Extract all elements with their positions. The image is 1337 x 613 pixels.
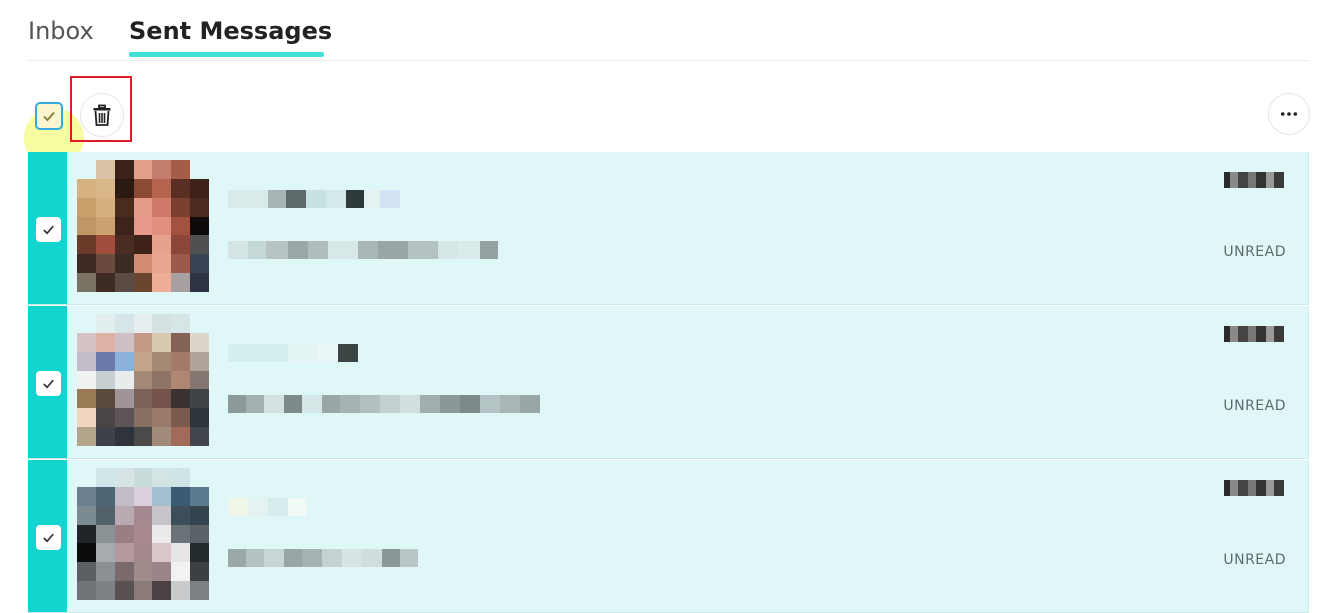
annotation-highlight-box [70,76,132,142]
subject-preview-redacted [228,395,558,417]
active-tab-indicator [129,52,324,57]
avatar [77,468,209,600]
sender-name-redacted [228,498,468,520]
select-all-checkbox[interactable] [35,102,63,130]
subject-preview-redacted [228,549,558,571]
timestamp-redacted [1224,480,1286,496]
status-badge: UNREAD [1223,552,1286,568]
check-icon [43,225,54,235]
timestamp-redacted [1224,172,1286,188]
tab-inbox[interactable]: Inbox [28,14,94,48]
message-row[interactable]: UNREAD [28,152,1309,305]
status-badge: UNREAD [1223,244,1286,260]
sender-name-redacted [228,344,468,366]
row-checkbox[interactable] [36,525,61,550]
message-list: UNREAD UNREAD UNREAD [28,152,1309,613]
avatar [77,160,209,292]
more-horizontal-icon [1280,112,1298,116]
message-row[interactable]: UNREAD [28,306,1309,459]
more-options-button[interactable] [1268,93,1310,135]
check-icon [43,533,54,543]
tab-sent-messages[interactable]: Sent Messages [129,14,332,48]
check-icon [43,379,54,389]
message-row[interactable]: UNREAD [28,460,1309,613]
row-checkbox[interactable] [36,217,61,242]
row-checkbox[interactable] [36,371,61,396]
message-tabs: Inbox Sent Messages [28,0,1309,61]
sender-name-redacted [228,190,468,212]
status-badge: UNREAD [1223,398,1286,414]
avatar [77,314,209,446]
check-icon [43,111,55,122]
subject-preview-redacted [228,241,558,263]
timestamp-redacted [1224,326,1286,342]
